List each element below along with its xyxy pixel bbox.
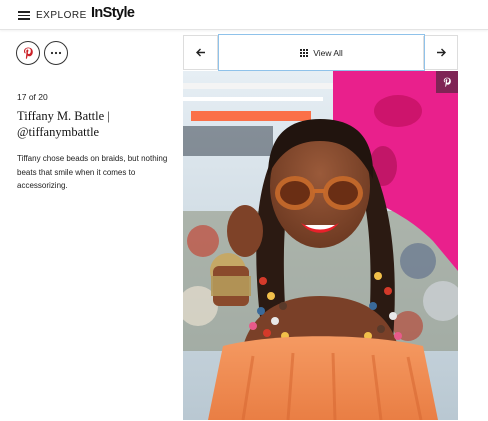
arrow-left-icon — [195, 48, 205, 57]
share-buttons — [16, 41, 68, 65]
portrait-image — [183, 71, 458, 420]
hamburger-icon — [18, 10, 30, 20]
slide-title: Tiffany M. Battle | @tiffanymbattle — [17, 109, 110, 139]
explore-label: EXPLORE — [36, 9, 87, 21]
site-header: EXPLORE InStyle — [0, 0, 488, 30]
slide-caption: Tiffany chose beads on braids, but nothi… — [17, 154, 168, 190]
pin-image-button[interactable] — [436, 71, 458, 93]
instyle-logo[interactable]: InStyle — [91, 5, 135, 21]
slide-counter: 17 of 20 — [17, 92, 48, 102]
explore-menu-button[interactable]: EXPLORE — [18, 7, 87, 23]
pinterest-share-button[interactable] — [16, 41, 40, 65]
grid-icon — [300, 48, 309, 57]
slideshow-nav: View All — [183, 34, 458, 71]
view-all-label: View All — [313, 47, 343, 58]
more-options-button[interactable] — [44, 41, 68, 65]
pinterest-icon — [443, 77, 451, 87]
next-slide-button[interactable] — [423, 36, 457, 69]
more-horizontal-icon — [50, 51, 62, 55]
arrow-right-icon — [436, 48, 446, 57]
view-all-button[interactable]: View All — [218, 34, 425, 71]
pinterest-icon — [24, 47, 33, 59]
previous-slide-button[interactable] — [184, 36, 218, 69]
slide-photo[interactable] — [183, 71, 458, 420]
